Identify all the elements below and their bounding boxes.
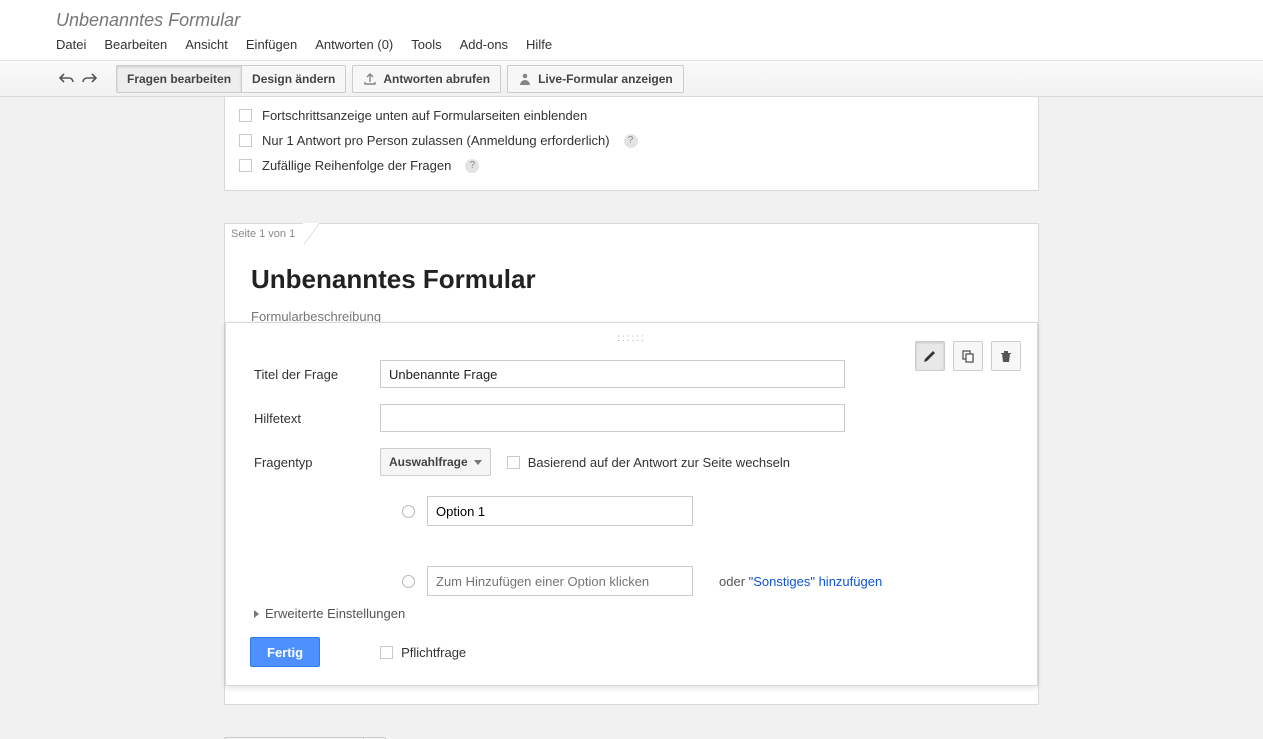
menu-addons[interactable]: Add-ons (460, 37, 508, 52)
undo-button[interactable] (56, 68, 78, 90)
setting-progress-bar-label: Fortschrittsanzeige unten auf Formularse… (262, 108, 587, 123)
option-add-row: oder "Sonstiges" hinzufügen (402, 566, 1013, 596)
menu-edit[interactable]: Bearbeiten (104, 37, 167, 52)
question-footer: Fertig Pflichtfrage (250, 637, 1013, 667)
option-row-1 (402, 496, 1013, 526)
get-responses-button[interactable]: Antworten abrufen (352, 65, 501, 93)
setting-shuffle[interactable]: Zufällige Reihenfolge der Fragen ? (239, 153, 1024, 178)
person-icon (518, 72, 532, 86)
menu-view[interactable]: Ansicht (185, 37, 228, 52)
app-header: Unbenanntes Formular Datei Bearbeiten An… (0, 0, 1263, 60)
add-option-input[interactable] (427, 566, 693, 596)
redo-button[interactable] (78, 68, 100, 90)
menu-help[interactable]: Hilfe (526, 37, 552, 52)
chevron-down-icon (474, 460, 482, 465)
redo-icon (81, 72, 97, 86)
radio-icon (402, 505, 415, 518)
toolbar: Fragen bearbeiten Design ändern Antworte… (0, 60, 1263, 97)
advanced-settings-label: Erweiterte Einstellungen (265, 606, 405, 621)
setting-one-response[interactable]: Nur 1 Antwort pro Person zulassen (Anmel… (239, 128, 1024, 153)
or-text: oder (719, 574, 749, 589)
add-other-tail: oder "Sonstiges" hinzufügen (719, 574, 882, 589)
form-page-card: Seite 1 von 1 Unbenanntes Formular Formu… (224, 223, 1039, 705)
goto-section-label: Basierend auf der Antwort zur Seite wech… (528, 455, 790, 470)
tab-change-theme[interactable]: Design ändern (242, 65, 346, 93)
question-help-label: Hilfetext (250, 411, 380, 426)
setting-one-response-label: Nur 1 Antwort pro Person zulassen (Anmel… (262, 133, 610, 148)
help-icon[interactable]: ? (465, 159, 479, 173)
editor-canvas: Fortschrittsanzeige unten auf Formularse… (0, 97, 1263, 739)
menu-file[interactable]: Datei (56, 37, 86, 52)
chevron-right-icon (254, 610, 259, 618)
question-help-input[interactable] (380, 404, 845, 432)
required-checkbox[interactable]: Pflichtfrage (380, 645, 466, 660)
options-list: oder "Sonstiges" hinzufügen (402, 496, 1013, 596)
menu-insert[interactable]: Einfügen (246, 37, 297, 52)
checkbox-icon (239, 109, 252, 122)
checkbox-icon (380, 646, 393, 659)
trash-icon (999, 349, 1013, 363)
question-title-input[interactable] (380, 360, 845, 388)
question-type-select[interactable]: Auswahlfrage (380, 448, 491, 476)
menu-bar: Datei Bearbeiten Ansicht Einfügen Antwor… (56, 37, 1263, 52)
question-type-value: Auswahlfrage (389, 455, 468, 469)
help-icon[interactable]: ? (624, 134, 638, 148)
menu-tools[interactable]: Tools (411, 37, 441, 52)
option-1-input[interactable] (427, 496, 693, 526)
setting-shuffle-label: Zufällige Reihenfolge der Fragen (262, 158, 451, 173)
question-title-label: Titel der Frage (250, 367, 380, 382)
goto-section-checkbox[interactable]: Basierend auf der Antwort zur Seite wech… (507, 455, 790, 470)
undo-icon (59, 72, 75, 86)
required-label: Pflichtfrage (401, 645, 466, 660)
radio-icon (402, 575, 415, 588)
question-editor: :::::: Titel der Frage (225, 322, 1038, 686)
menu-responses[interactable]: Antworten (0) (315, 37, 393, 52)
get-responses-label: Antworten abrufen (383, 72, 490, 86)
form-settings-card: Fortschrittsanzeige unten auf Formularse… (224, 97, 1039, 191)
document-title[interactable]: Unbenanntes Formular (56, 10, 1263, 31)
checkbox-icon (239, 159, 252, 172)
page-column: Fortschrittsanzeige unten auf Formularse… (224, 97, 1039, 739)
view-live-label: Live-Formular anzeigen (538, 72, 673, 86)
setting-progress-bar[interactable]: Fortschrittsanzeige unten auf Formularse… (239, 103, 1024, 128)
pencil-icon (923, 349, 937, 363)
tab-edit-questions[interactable]: Fragen bearbeiten (116, 65, 242, 93)
duplicate-question-button[interactable] (953, 341, 983, 371)
checkbox-icon (239, 134, 252, 147)
done-button[interactable]: Fertig (250, 637, 320, 667)
edit-question-button[interactable] (915, 341, 945, 371)
page-indicator: Seite 1 von 1 (224, 223, 303, 244)
copy-icon (961, 349, 975, 363)
add-other-link[interactable]: "Sonstiges" hinzufügen (749, 574, 883, 589)
advanced-settings-toggle[interactable]: Erweiterte Einstellungen (254, 606, 1013, 621)
question-actions (915, 341, 1021, 371)
view-live-button[interactable]: Live-Formular anzeigen (507, 65, 684, 93)
delete-question-button[interactable] (991, 341, 1021, 371)
question-type-label: Fragentyp (250, 455, 380, 470)
drag-handle[interactable]: :::::: (250, 333, 1013, 344)
view-tab-group: Fragen bearbeiten Design ändern (116, 65, 346, 93)
form-title[interactable]: Unbenanntes Formular (251, 264, 1012, 295)
checkbox-icon (507, 456, 520, 469)
share-icon (363, 72, 377, 86)
